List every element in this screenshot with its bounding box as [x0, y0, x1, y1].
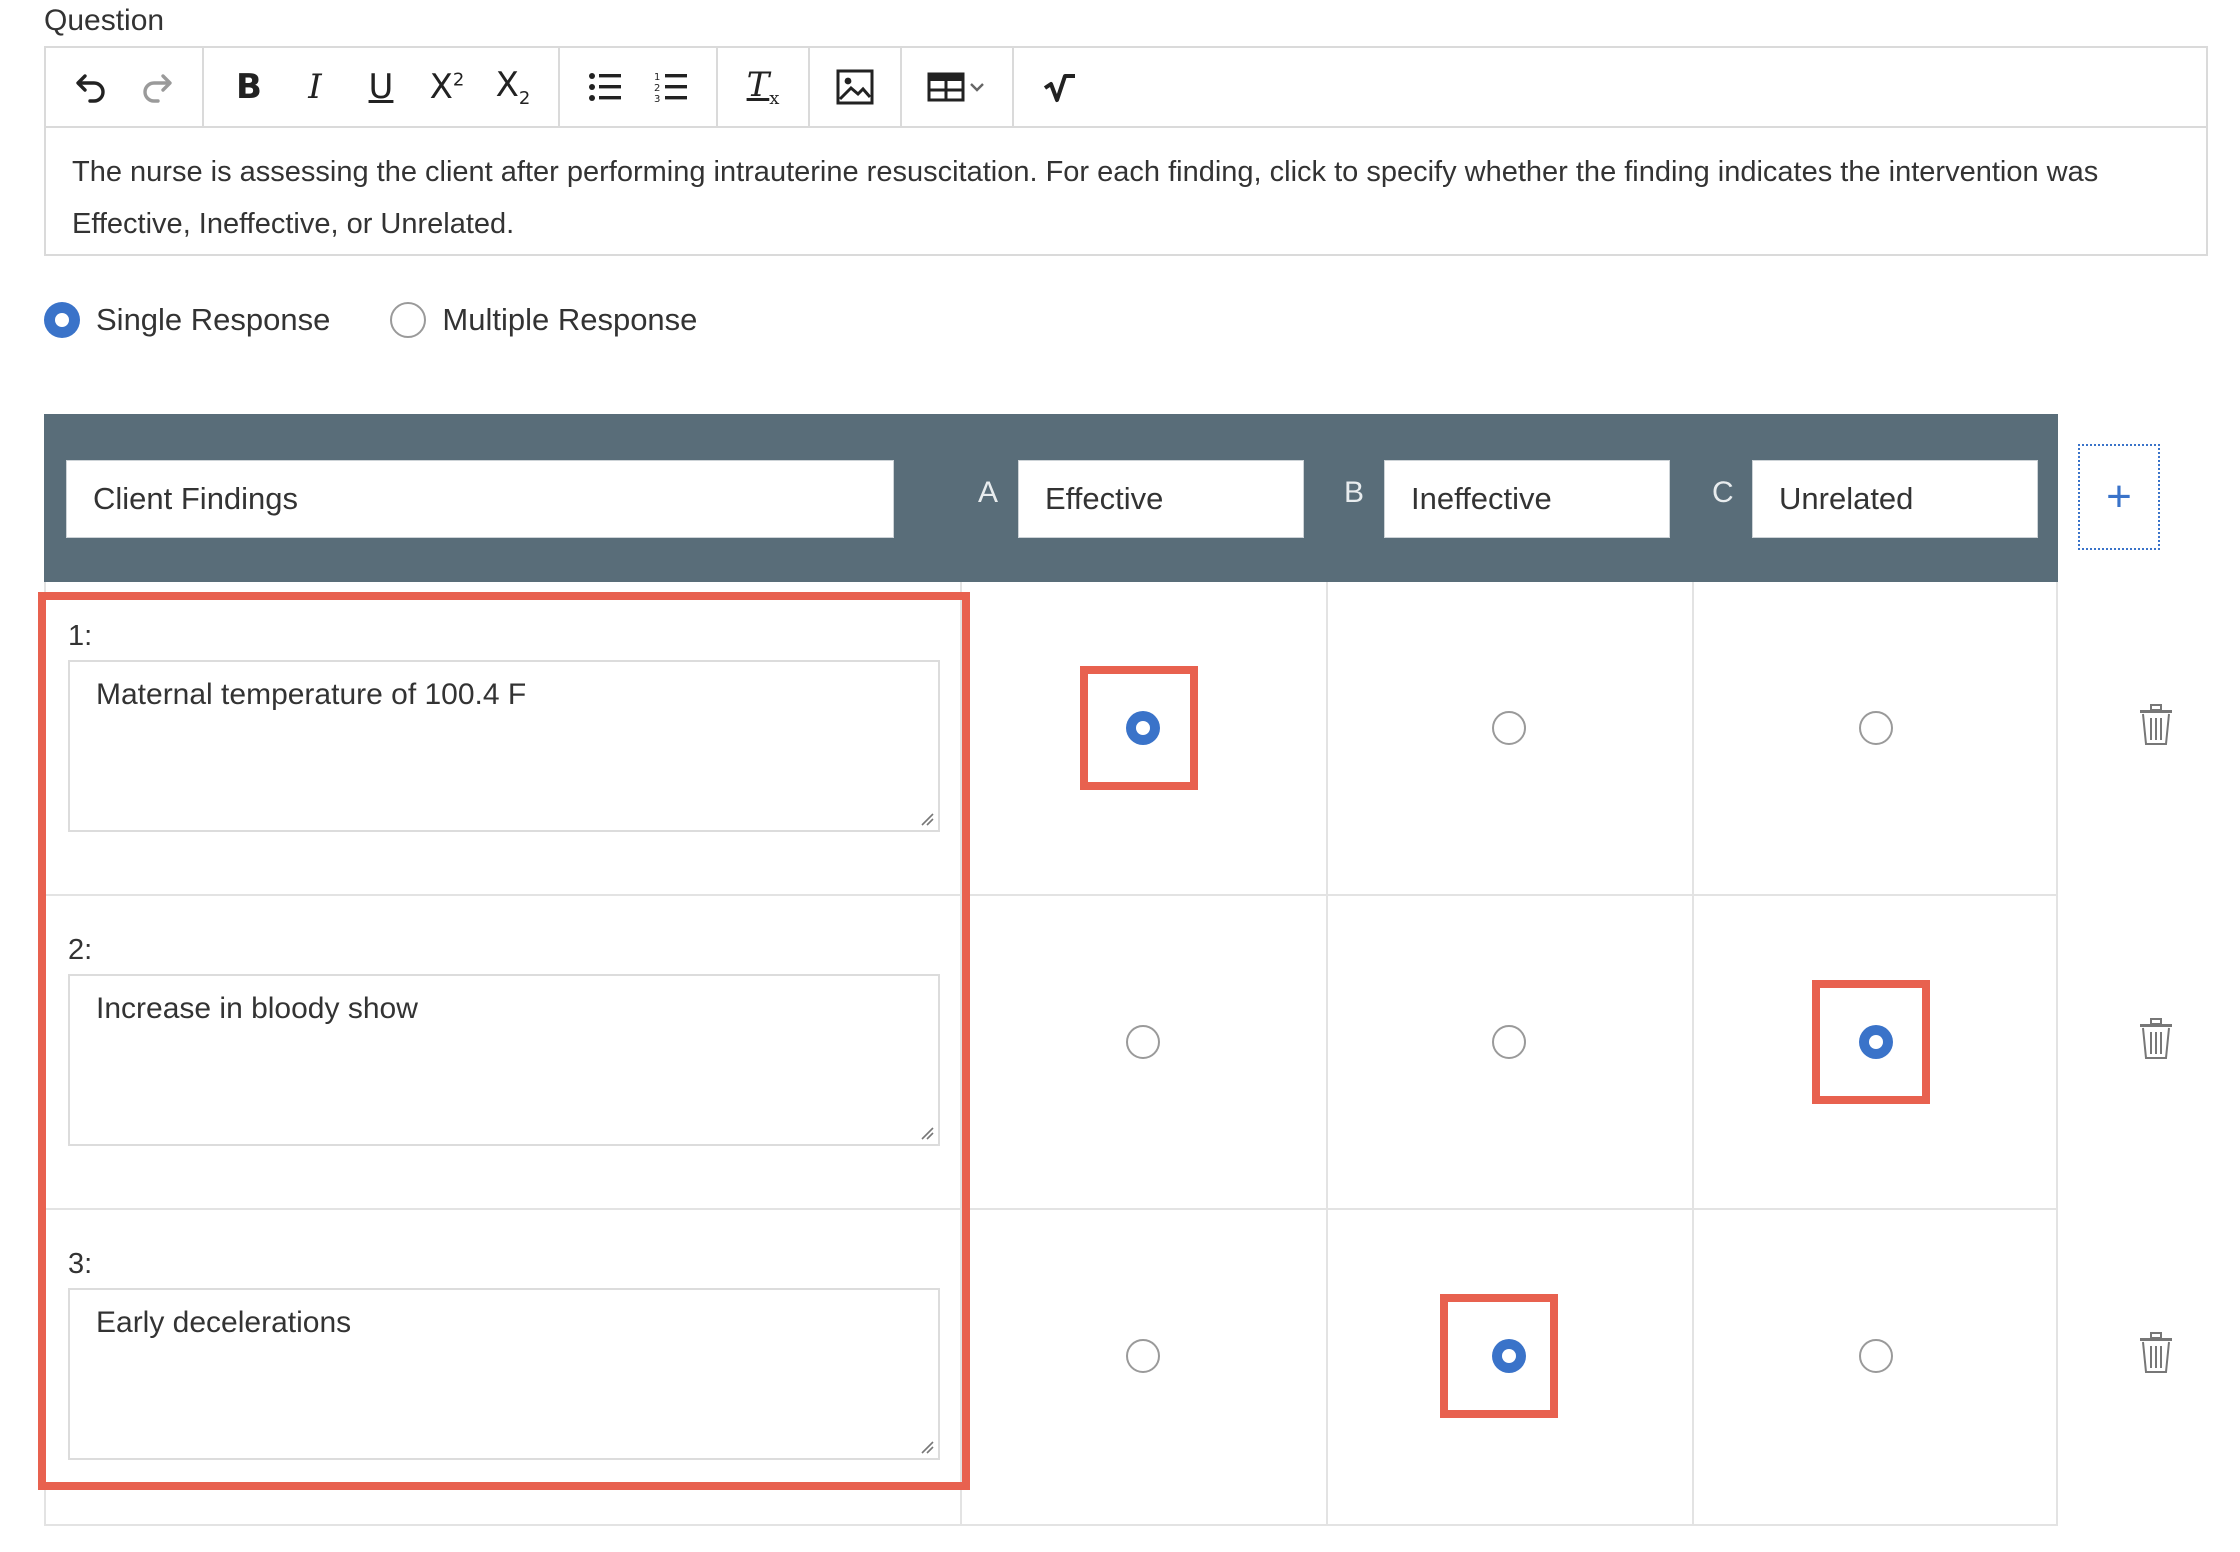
add-column-button[interactable]: +	[2078, 444, 2160, 550]
row-3-trash-icon[interactable]	[2138, 1332, 2174, 1374]
row-2-radio-a[interactable]	[1125, 1024, 1161, 1060]
list-group: 123	[560, 48, 718, 126]
column-a-input[interactable]: Effective	[1018, 460, 1304, 538]
column-letter-a: A	[978, 476, 999, 509]
superscript-icon[interactable]: X2	[414, 48, 480, 126]
grid-divider	[1326, 582, 1328, 1524]
question-editor[interactable]: B I U X2 X2 123 Tx The nurse is assessin…	[44, 46, 2208, 256]
underline-icon[interactable]: U	[348, 48, 414, 126]
row-2-answer-highlight	[1812, 980, 1930, 1104]
single-response-option[interactable]: Single Response	[44, 302, 330, 338]
row-1-radio-c[interactable]	[1858, 710, 1894, 746]
svg-text:2: 2	[654, 83, 660, 94]
table-group	[902, 48, 1014, 126]
findings-highlight-box	[38, 592, 970, 1490]
undo-icon[interactable]	[58, 48, 124, 126]
editor-toolbar: B I U X2 X2 123 Tx	[46, 48, 2206, 128]
subscript-icon[interactable]: X2	[480, 48, 546, 126]
row-2-radio-b[interactable]	[1491, 1024, 1527, 1060]
row-3-radio-c[interactable]	[1858, 1338, 1894, 1374]
bulleted-list-icon[interactable]	[572, 48, 638, 126]
math-icon[interactable]	[1026, 48, 1092, 126]
italic-icon[interactable]: I	[282, 48, 348, 126]
svg-text:1: 1	[654, 72, 660, 83]
svg-text:3: 3	[654, 94, 660, 104]
clear-formatting-icon[interactable]: Tx	[730, 48, 796, 126]
row-1-trash-icon[interactable]	[2138, 704, 2174, 746]
row-3-answer-highlight	[1440, 1294, 1558, 1418]
image-group	[810, 48, 902, 126]
bold-icon[interactable]: B	[216, 48, 282, 126]
table-icon[interactable]	[914, 48, 1000, 126]
clear-group: Tx	[718, 48, 810, 126]
math-group	[1014, 48, 1104, 126]
numbered-list-icon[interactable]: 123	[638, 48, 704, 126]
history-group	[46, 48, 204, 126]
row-1-answer-highlight	[1080, 666, 1198, 790]
matrix-header: Client Findings A Effective B Ineffectiv…	[44, 414, 2058, 582]
image-icon[interactable]	[822, 48, 888, 126]
redo-icon[interactable]	[124, 48, 190, 126]
response-type-group: Single Response Multiple Response	[44, 302, 697, 338]
row-2-trash-icon[interactable]	[2138, 1018, 2174, 1060]
column-letter-b: B	[1344, 476, 1365, 509]
multiple-response-radio[interactable]	[390, 302, 427, 338]
question-text[interactable]: The nurse is assessing the client after …	[46, 128, 2206, 268]
client-findings-header-input[interactable]: Client Findings	[66, 460, 894, 538]
row-1-radio-b[interactable]	[1491, 710, 1527, 746]
single-response-radio[interactable]	[44, 302, 80, 338]
format-group: B I U X2 X2	[204, 48, 560, 126]
multiple-response-option[interactable]: Multiple Response	[390, 302, 697, 338]
single-response-label: Single Response	[96, 302, 331, 337]
multiple-response-label: Multiple Response	[442, 302, 698, 337]
grid-divider	[1692, 582, 1694, 1524]
question-label: Question	[44, 4, 165, 37]
plus-icon: +	[2106, 472, 2132, 521]
column-c-input[interactable]: Unrelated	[1752, 460, 2038, 538]
column-letter-c: C	[1712, 476, 1734, 509]
column-b-input[interactable]: Ineffective	[1384, 460, 1670, 538]
row-3-radio-a[interactable]	[1125, 1338, 1161, 1374]
